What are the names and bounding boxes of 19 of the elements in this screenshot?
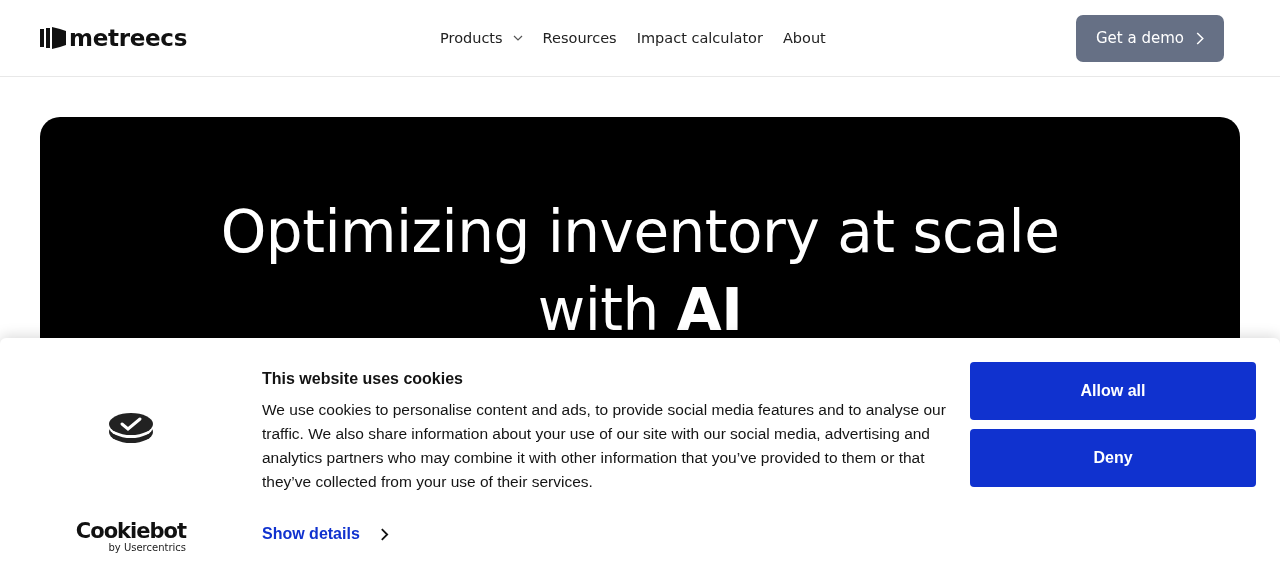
consent-button[interactable]: Allow all bbox=[970, 362, 1256, 420]
nav-link[interactable]: Products bbox=[440, 30, 523, 46]
brand-logo-text: Cookiebot bbox=[75, 520, 186, 542]
show-details-link[interactable]: Show details bbox=[262, 525, 389, 543]
logo-icon bbox=[40, 27, 66, 49]
cookie-text: We use cookies to personalise content and ads, to provide social media features and to analyse our traffic. We also share information about your use of our site with our social media, advertising and analytics partners who may combine it with other information that you’ve provided to them or that they’ve collected from your use of their services. bbox=[262, 400, 947, 492]
cookie-title: This website uses cookies bbox=[262, 370, 464, 388]
chevron-right-icon bbox=[1196, 31, 1204, 45]
brand-tagline: by Usercentrics bbox=[108, 542, 186, 553]
demo-button[interactable]: Get a demo bbox=[1076, 14, 1224, 62]
logo-text: metreecs bbox=[69, 25, 188, 51]
consent-button[interactable]: Deny bbox=[970, 429, 1256, 487]
chevron-right-icon bbox=[379, 526, 389, 542]
hero-heading: Optimizing inventory at scale with AI bbox=[219, 197, 1061, 346]
nav-link[interactable]: Impact calculator bbox=[636, 30, 763, 46]
nav-link[interactable]: Resources bbox=[542, 30, 617, 46]
cookie-check-icon bbox=[108, 410, 154, 446]
nav-link[interactable]: About bbox=[782, 30, 826, 46]
caret-icon bbox=[512, 35, 523, 41]
